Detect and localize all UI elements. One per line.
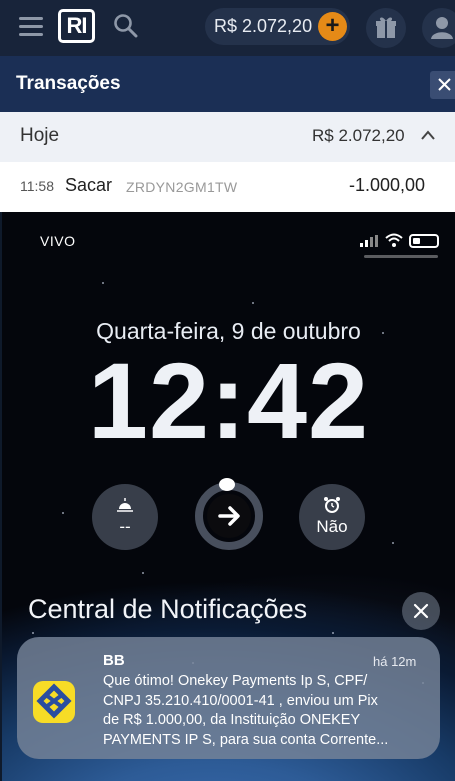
balance-amount: R$ 2.072,20: [214, 16, 313, 36]
notification-time: há 12m: [373, 654, 417, 669]
transaction-time: 11:58: [20, 178, 54, 194]
transaction-type: Sacar: [65, 175, 113, 195]
gift-icon: [376, 17, 396, 38]
notification-body: Que ótimo! Onekey Payments Ip S, CPF/ CN…: [103, 672, 433, 750]
lock-clock: 12:42: [87, 340, 370, 461]
transactions-header: Transações: [0, 56, 455, 112]
hamburger-menu-icon[interactable]: [19, 17, 43, 37]
transaction-amount: -1.000,00: [349, 175, 426, 195]
clear-notifications-button[interactable]: [402, 592, 440, 630]
transactions-group-today[interactable]: Hoje R$ 2.072,20: [0, 112, 455, 162]
carrier-label: VIVO: [40, 233, 76, 249]
gift-button[interactable]: [366, 8, 406, 48]
profile-button[interactable]: [422, 8, 455, 48]
transaction-row[interactable]: 11:58 Sacar ZRDYN2GM1TW -1.000,00: [0, 162, 455, 212]
close-icon: [413, 603, 429, 619]
weather-widget-value: --: [119, 517, 131, 536]
alarm-clock-icon: [324, 497, 340, 513]
notification-line: Que ótimo! Onekey Payments Ip S, CPF/: [103, 673, 368, 689]
add-funds-button[interactable]: +: [318, 12, 347, 41]
bank-app-icon: [33, 681, 75, 723]
notification-center-title: Central de Notificações: [28, 594, 308, 624]
notification-line: PAYMENTS IP S, para sua conta Corrente..…: [103, 731, 389, 748]
weather-widget[interactable]: --: [92, 484, 158, 550]
app-logo[interactable]: RI: [58, 9, 95, 43]
close-transactions-button[interactable]: [430, 71, 455, 99]
group-total: R$ 2.072,20: [312, 126, 405, 145]
bb-notification[interactable]: BB há 12m Que ótimo! Onekey Payments Ip …: [17, 637, 440, 759]
group-label: Hoje: [20, 125, 60, 146]
transaction-id: ZRDYN2GM1TW: [126, 179, 238, 195]
balance-pill[interactable]: R$ 2.072,20 +: [205, 8, 350, 45]
signal-icon: [360, 235, 378, 247]
control-center-indicator: [364, 255, 438, 258]
search-icon[interactable]: [113, 13, 139, 39]
sunrise-icon: [117, 498, 133, 512]
user-icon: [431, 17, 453, 39]
alarm-widget[interactable]: Não: [299, 484, 365, 550]
app-bar: RI R$ 2.072,20 +: [0, 0, 455, 56]
close-icon: [438, 78, 451, 91]
notification-line: de R$ 1.000,00, da Instituição ONEKEY: [103, 712, 361, 728]
screen: RI R$ 2.072,20 + Transações Hoje R$ 2.07…: [0, 0, 455, 781]
arrow-right-icon: [218, 506, 240, 526]
lock-screen-screenshot: VIVO Quarta-feira, 9 de outubro 12:42 --: [2, 212, 455, 781]
battery-icon: [409, 234, 439, 248]
notification-app-name: BB: [103, 652, 125, 669]
direction-widget[interactable]: [195, 482, 263, 550]
wifi-icon: [385, 233, 403, 247]
notification-line: CNPJ 35.210.410/0001-41 , enviou um Pix: [103, 692, 378, 709]
transactions-title: Transações: [16, 73, 121, 94]
alarm-widget-value: Não: [316, 517, 348, 536]
widget-indicator-dot: [219, 478, 235, 491]
chevron-up-icon[interactable]: [421, 129, 435, 143]
